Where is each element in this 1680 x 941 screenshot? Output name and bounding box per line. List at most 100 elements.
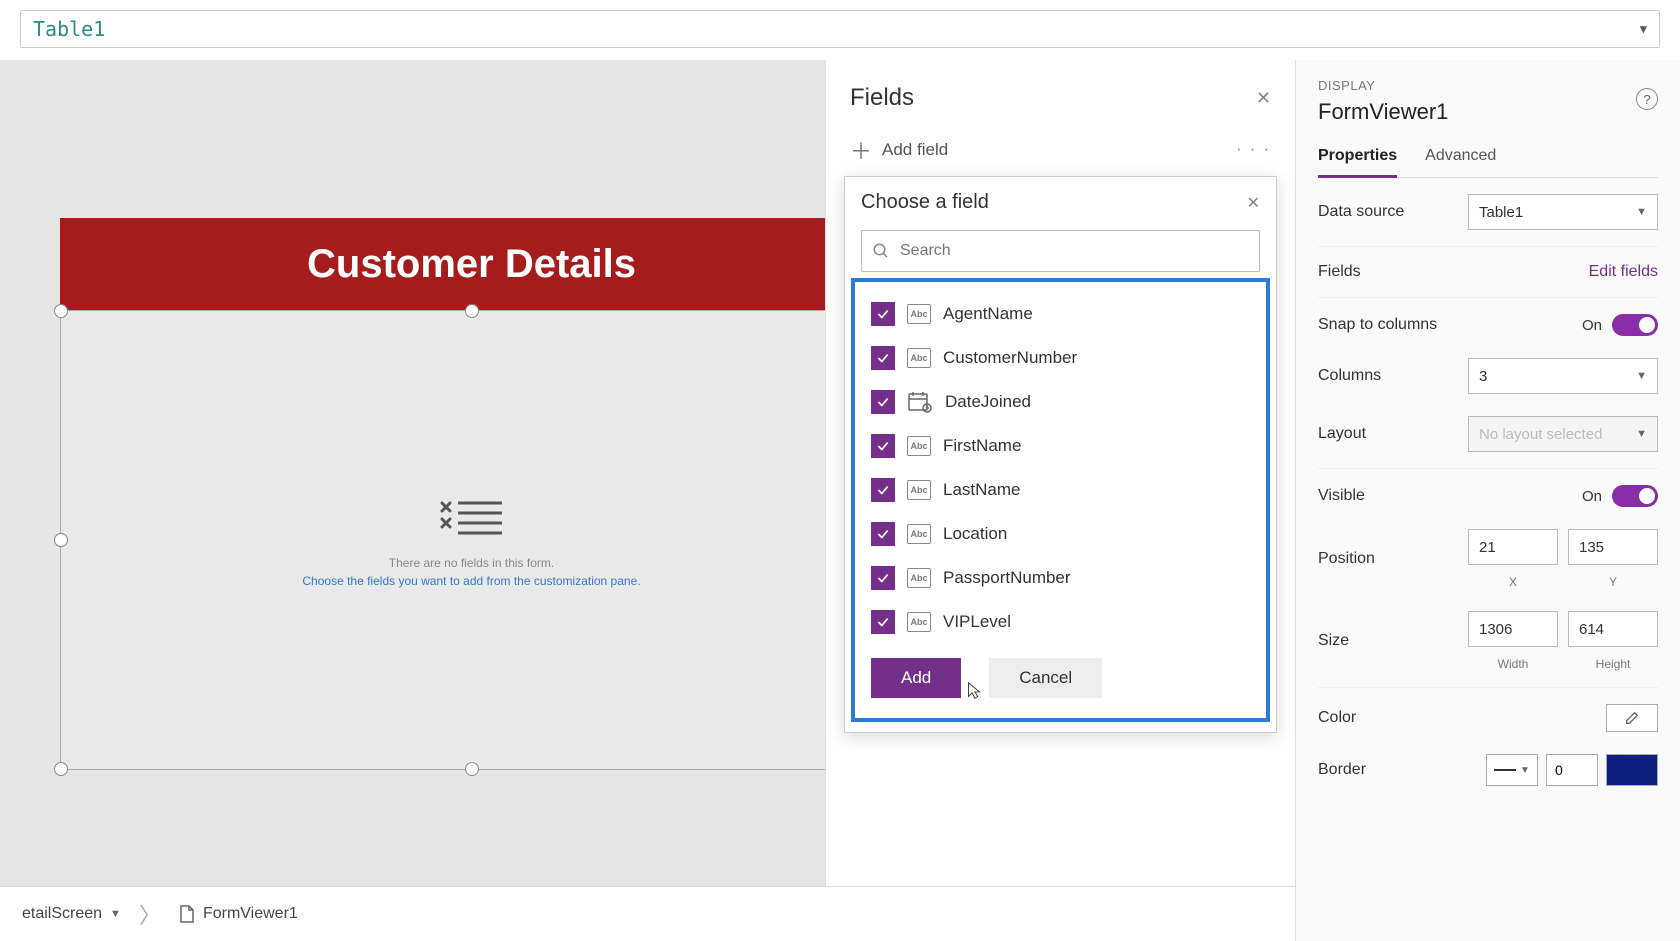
prop-label: Snap to columns	[1318, 316, 1582, 334]
resize-handle[interactable]	[54, 533, 68, 547]
layout-dropdown[interactable]: No layout selected ▼	[1468, 416, 1658, 452]
prop-snap: Snap to columns On	[1318, 298, 1658, 342]
position-x-label: X	[1509, 575, 1517, 589]
empty-form-msg2: Choose the fields you want to add from t…	[302, 574, 640, 588]
add-field-button[interactable]: ＋ Add field · · ·	[826, 124, 1295, 176]
prop-label: Data source	[1318, 203, 1468, 221]
chevron-down-icon: ▼	[1636, 428, 1647, 440]
tab-properties[interactable]: Properties	[1318, 147, 1397, 178]
field-item[interactable]: DateJoined	[863, 380, 1258, 424]
fields-panel-title: Fields	[850, 84, 914, 112]
data-source-value: Table1	[1479, 204, 1523, 221]
position-y-input[interactable]	[1568, 529, 1658, 565]
formula-bar[interactable]: Table1 ▼	[20, 10, 1660, 48]
data-source-dropdown[interactable]: Table1 ▼	[1468, 194, 1658, 230]
section-label: DISPLAY	[1318, 78, 1658, 93]
properties-tabs: Properties Advanced	[1318, 147, 1658, 178]
field-item[interactable]: AbcCustomerNumber	[863, 336, 1258, 380]
field-item[interactable]: AbcLastName	[863, 468, 1258, 512]
snap-toggle[interactable]	[1612, 314, 1658, 336]
columns-value: 3	[1479, 368, 1487, 385]
close-icon[interactable]: ✕	[1256, 88, 1271, 109]
visible-toggle[interactable]	[1612, 485, 1658, 507]
prop-data-source: Data source Table1 ▼	[1318, 178, 1658, 247]
text-type-icon: Abc	[907, 436, 931, 456]
prop-layout: Layout No layout selected ▼	[1318, 400, 1658, 469]
field-item[interactable]: AbcPassportNumber	[863, 556, 1258, 600]
prop-label: Columns	[1318, 367, 1468, 385]
field-item[interactable]: AbcFirstName	[863, 424, 1258, 468]
selected-object-name: FormViewer1	[1318, 99, 1658, 125]
add-button[interactable]: Add	[871, 658, 961, 698]
search-input[interactable]	[900, 242, 1249, 260]
prop-label: Size	[1318, 632, 1468, 650]
formula-text: Table1	[33, 17, 105, 41]
text-type-icon: Abc	[907, 480, 931, 500]
prop-label: Layout	[1318, 425, 1468, 443]
chevron-down-icon[interactable]: ▼	[1640, 22, 1647, 36]
checkbox[interactable]	[871, 522, 895, 546]
checkbox[interactable]	[871, 566, 895, 590]
resize-handle[interactable]	[54, 762, 68, 776]
tab-advanced[interactable]: Advanced	[1425, 147, 1496, 177]
size-height-input[interactable]	[1568, 611, 1658, 647]
resize-handle[interactable]	[54, 304, 68, 318]
border-width-input[interactable]: 0	[1546, 754, 1598, 786]
field-item[interactable]: AbcAgentName	[863, 292, 1258, 336]
form-viewer-canvas[interactable]: There are no fields in this form. Choose…	[60, 310, 883, 770]
choose-field-title: Choose a field	[861, 191, 989, 214]
checkbox[interactable]	[871, 302, 895, 326]
text-type-icon: Abc	[907, 568, 931, 588]
app-preview: Customer Details There are no fields in …	[60, 218, 883, 808]
text-type-icon: Abc	[907, 612, 931, 632]
search-box[interactable]	[861, 230, 1260, 272]
prop-border: Border ▼ 0	[1318, 738, 1658, 792]
prop-label: Color	[1318, 709, 1606, 727]
prop-fields: Fields Edit fields	[1318, 247, 1658, 298]
checkbox[interactable]	[871, 390, 895, 414]
field-list-highlight: AbcAgentNameAbcCustomerNumberDateJoinedA…	[851, 278, 1270, 722]
border-color-swatch[interactable]	[1606, 754, 1658, 786]
close-icon[interactable]: ✕	[1247, 193, 1260, 213]
checkbox[interactable]	[871, 610, 895, 634]
checkbox[interactable]	[871, 346, 895, 370]
pencil-icon	[1624, 710, 1640, 726]
position-y-label: Y	[1609, 575, 1617, 589]
add-field-label: Add field	[882, 140, 948, 160]
size-width-input[interactable]	[1468, 611, 1558, 647]
breadcrumb-label: etailScreen	[22, 905, 102, 923]
edit-fields-link[interactable]: Edit fields	[1589, 263, 1658, 281]
chevron-down-icon: ▼	[1636, 206, 1647, 218]
prop-label: Fields	[1318, 263, 1589, 281]
prop-color: Color	[1318, 688, 1658, 738]
chevron-down-icon: ▼	[1636, 370, 1647, 382]
prop-label: Position	[1318, 550, 1468, 568]
empty-form-msg1: There are no fields in this form.	[389, 556, 554, 570]
border-style-dropdown[interactable]: ▼	[1486, 754, 1538, 786]
resize-handle[interactable]	[465, 304, 479, 318]
breadcrumb-control[interactable]: FormViewer1	[165, 905, 312, 923]
more-icon[interactable]: · · ·	[1236, 141, 1271, 159]
field-item[interactable]: AbcVIPLevel	[863, 600, 1258, 644]
color-picker[interactable]	[1606, 704, 1658, 732]
text-type-icon: Abc	[907, 348, 931, 368]
prop-label: Visible	[1318, 487, 1582, 505]
breadcrumb-separator: 〉	[139, 898, 161, 930]
visible-toggle-wrap: On	[1582, 485, 1658, 507]
position-x-input[interactable]	[1468, 529, 1558, 565]
document-icon	[179, 905, 195, 923]
app-header-title: Customer Details	[307, 242, 636, 287]
help-icon[interactable]: ?	[1636, 88, 1658, 110]
prop-columns: Columns 3 ▼	[1318, 342, 1658, 400]
field-item[interactable]: AbcLocation	[863, 512, 1258, 556]
breadcrumb-screen[interactable]: etailScreen ▼	[8, 905, 135, 923]
resize-handle[interactable]	[465, 762, 479, 776]
checkbox[interactable]	[871, 434, 895, 458]
size-height-label: Height	[1596, 657, 1631, 671]
chevron-down-icon[interactable]: ▼	[110, 908, 121, 920]
cancel-button[interactable]: Cancel	[989, 658, 1102, 698]
prop-size: Size Width Height	[1318, 595, 1658, 688]
text-type-icon: Abc	[907, 524, 931, 544]
columns-dropdown[interactable]: 3 ▼	[1468, 358, 1658, 394]
checkbox[interactable]	[871, 478, 895, 502]
